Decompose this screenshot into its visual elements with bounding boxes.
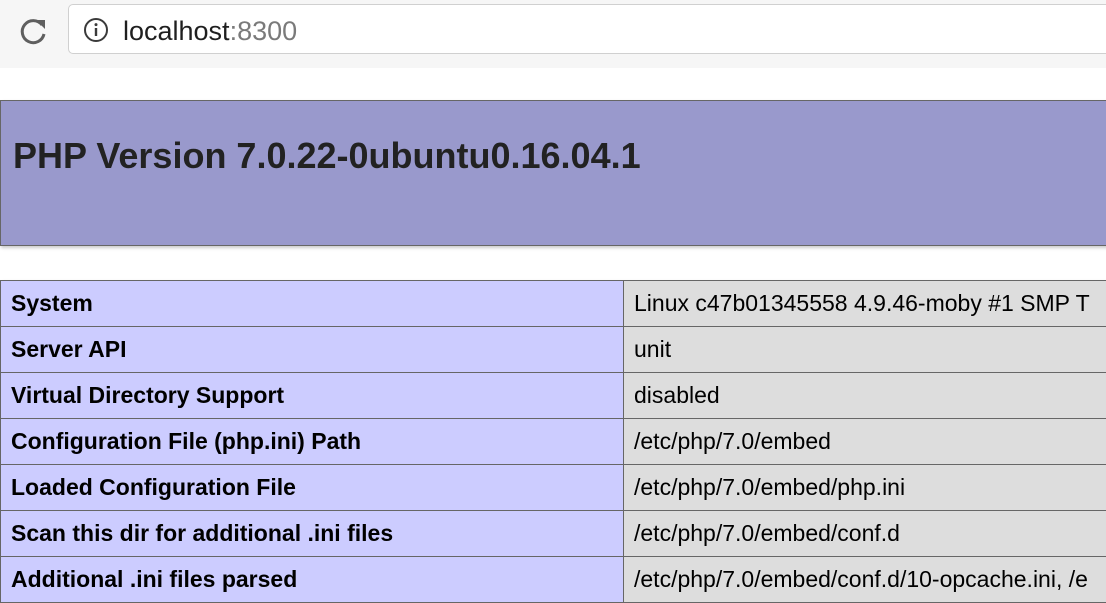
info-icon[interactable] [83,17,109,43]
address-bar[interactable]: localhost:8300 [68,4,1106,54]
row-label: Loaded Configuration File [1,465,624,511]
table-row: Virtual Directory Supportdisabled [1,373,1106,419]
row-label: Configuration File (php.ini) Path [1,419,624,465]
row-value: unit [624,327,1106,373]
row-value: /etc/php/7.0/embed/conf.d [624,511,1106,557]
table-row: Additional .ini files parsed/etc/php/7.0… [1,557,1106,603]
table-row: Loaded Configuration File/etc/php/7.0/em… [1,465,1106,511]
table-row: SystemLinux c47b01345558 4.9.46-moby #1 … [1,281,1106,327]
browser-toolbar: localhost:8300 [0,0,1106,69]
row-value: Linux c47b01345558 4.9.46-moby #1 SMP T [624,281,1106,327]
config-table-body: SystemLinux c47b01345558 4.9.46-moby #1 … [1,281,1106,603]
row-value: disabled [624,373,1106,419]
row-label: Virtual Directory Support [1,373,624,419]
row-value: /etc/php/7.0/embed [624,419,1106,465]
row-label: System [1,281,624,327]
table-row: Configuration File (php.ini) Path/etc/ph… [1,419,1106,465]
phpinfo-page: PHP Version 7.0.22-0ubuntu0.16.04.1 Syst… [0,68,1106,598]
table-row: Scan this dir for additional .ini files/… [1,511,1106,557]
address-host: localhost [123,16,230,46]
table-row: Server APIunit [1,327,1106,373]
page-title: PHP Version 7.0.22-0ubuntu0.16.04.1 [13,135,641,177]
address-text[interactable]: localhost:8300 [123,16,297,46]
config-table: SystemLinux c47b01345558 4.9.46-moby #1 … [0,280,1106,603]
address-port: :8300 [230,16,298,46]
row-label: Server API [1,327,624,373]
row-value: /etc/php/7.0/embed/php.ini [624,465,1106,511]
reload-icon[interactable] [16,14,50,48]
php-version-header: PHP Version 7.0.22-0ubuntu0.16.04.1 [0,100,1106,246]
row-value: /etc/php/7.0/embed/conf.d/10-opcache.ini… [624,557,1106,603]
row-label: Scan this dir for additional .ini files [1,511,624,557]
row-label: Additional .ini files parsed [1,557,624,603]
